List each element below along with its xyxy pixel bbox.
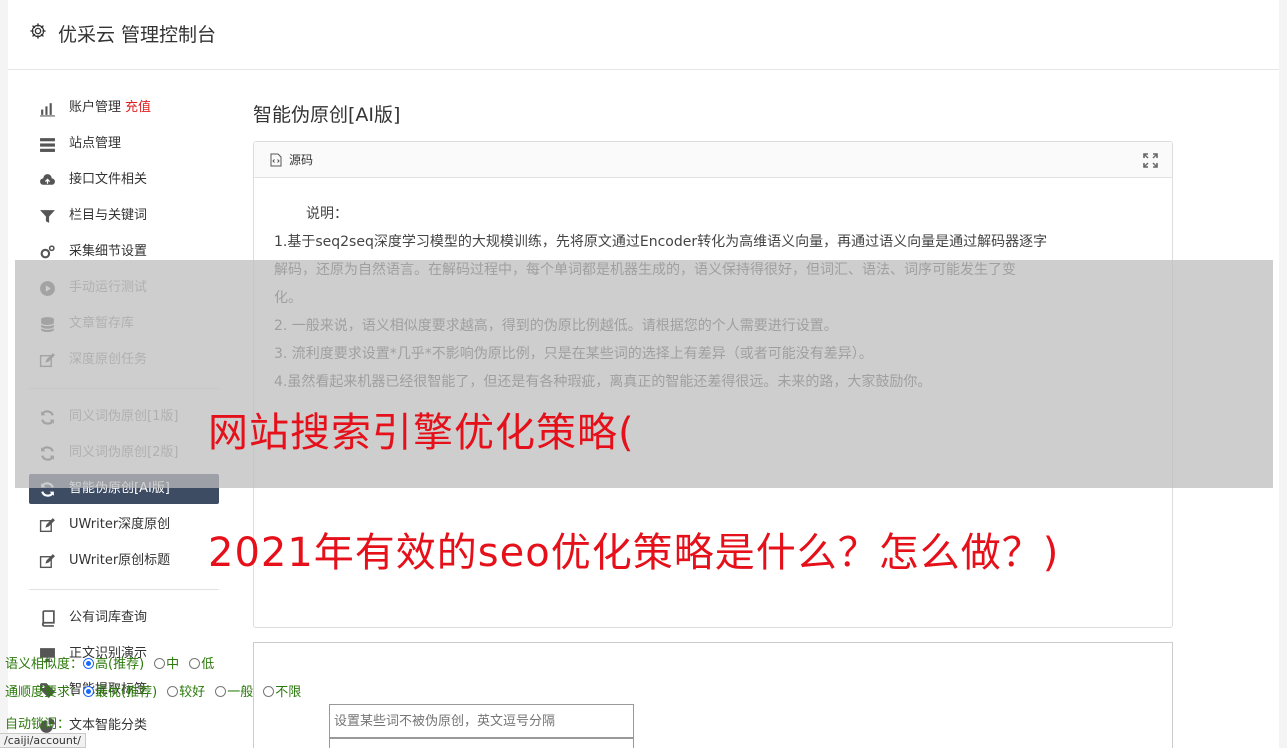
gear-icon (30, 23, 46, 39)
radio-label: 高(推荐) (95, 657, 145, 672)
page: 优采云 管理控制台 账户管理充值站点管理接口文件相关栏目与关键词采集细节设置手动… (0, 0, 1287, 748)
radio-circle[interactable] (83, 686, 95, 697)
sidebar-item-label: 站点管理 (69, 136, 122, 151)
editor-line: 1.基于seq2seq深度学习模型的大规模训练，先将原文通过Encoder转化为… (274, 234, 1048, 250)
overlay-headline-1: 网站搜索引擎优化策略( (208, 410, 635, 456)
sidebar-item[interactable]: UWriter原创标题 (29, 543, 219, 579)
sidebar-item[interactable]: 接口文件相关 (29, 162, 219, 198)
fluency-radio[interactable]: 一般 (215, 681, 253, 700)
editor-line: 说明： (306, 206, 348, 222)
fluency-radio[interactable]: 最优(推荐) (83, 681, 157, 700)
radio-circle[interactable] (83, 658, 95, 669)
fluency-radio[interactable]: 不限 (263, 681, 301, 700)
similarity-row: 语义相似度： 高(推荐) 中 低 (5, 653, 224, 672)
sidebar-item[interactable]: 公有词库查询 (29, 600, 219, 636)
fluency-row: 通顺度要求： 最优(推荐) 较好 一般 不限 (5, 681, 311, 700)
bar-chart-icon (40, 103, 55, 117)
radio-label: 低 (201, 657, 215, 672)
radio-label: 中 (166, 657, 180, 672)
sidebar-item-label: UWriter原创标题 (69, 553, 171, 568)
sidebar-item-label: 采集细节设置 (69, 244, 148, 259)
source-code-icon[interactable] (269, 153, 283, 167)
similarity-radio[interactable]: 低 (189, 653, 214, 672)
status-bar-url: /caiji/account/ (0, 733, 86, 748)
similarity-label: 语义相似度： (5, 657, 84, 672)
sidebar-item-label: 栏目与关键词 (69, 208, 148, 223)
sidebar-item-label: UWriter深度原创 (69, 517, 171, 532)
radio-circle[interactable] (154, 658, 166, 669)
radio-label: 不限 (275, 685, 302, 700)
recharge-link[interactable]: 充值 (125, 100, 151, 115)
book-icon (41, 610, 55, 627)
gears-icon (40, 245, 55, 259)
similarity-radio[interactable]: 中 (154, 653, 179, 672)
sidebar-item[interactable]: 账户管理 充值 (29, 90, 219, 126)
radio-label: 较好 (179, 685, 206, 700)
radio-circle[interactable] (263, 686, 275, 697)
page-title: 智能伪原创[AI版] (253, 104, 401, 126)
fullscreen-icon[interactable] (1143, 153, 1158, 168)
app-title: 优采云 管理控制台 (58, 24, 217, 46)
fluency-radio[interactable]: 较好 (167, 681, 205, 700)
sidebar-item-label: 账户管理 (69, 100, 122, 115)
top-header: 优采云 管理控制台 (8, 0, 1279, 70)
radio-circle[interactable] (167, 686, 179, 697)
server-icon (40, 138, 55, 152)
sidebar-item[interactable]: 栏目与关键词 (29, 198, 219, 234)
second-input[interactable] (329, 738, 634, 748)
fluency-label: 通顺度要求： (5, 685, 84, 700)
edit-icon (39, 554, 55, 569)
radio-label: 最优(推荐) (95, 685, 158, 700)
radio-circle[interactable] (189, 658, 201, 669)
overlay-headline-2: 2021年有效的seo优化策略是什么？怎么做？) (208, 530, 1060, 576)
sidebar-item-label: 公有词库查询 (69, 610, 148, 625)
editor-toolbar: 源码 (254, 142, 1172, 178)
edit-icon (39, 518, 55, 533)
sidebar-item-label: 接口文件相关 (69, 172, 148, 187)
cloud-upload-icon (40, 174, 55, 185)
sidebar-item[interactable]: 站点管理 (29, 126, 219, 162)
radio-circle[interactable] (215, 686, 227, 697)
radio-label: 一般 (227, 685, 254, 700)
sidebar-divider (29, 589, 219, 590)
overlay-banner (15, 260, 1273, 488)
filter-icon (40, 210, 55, 223)
similarity-radio[interactable]: 高(推荐) (83, 653, 144, 672)
sidebar-item-label: 文本智能分类 (69, 718, 148, 733)
lock-words-input[interactable] (329, 704, 634, 738)
source-button-label[interactable]: 源码 (289, 151, 313, 168)
sidebar-item[interactable]: UWriter深度原创 (29, 507, 219, 543)
lock-row: 自动锁词： (5, 713, 70, 732)
lock-words-label: 自动锁词： (5, 717, 71, 732)
